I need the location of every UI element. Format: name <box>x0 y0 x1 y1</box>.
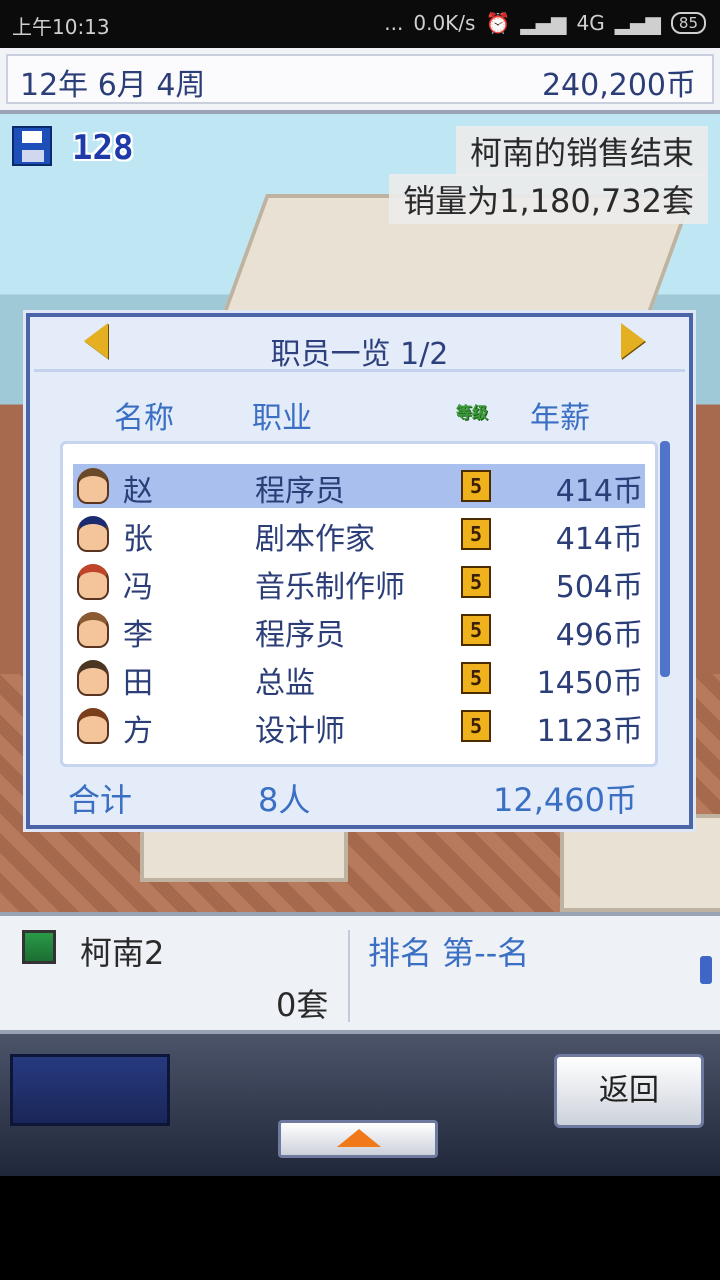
status-dots: ... <box>384 11 404 35</box>
staff-avatar <box>77 612 109 648</box>
total-salary: 12,460币 <box>493 781 637 819</box>
staff-salary: 414币 <box>555 522 643 557</box>
game-title: 柯南2 <box>80 934 165 972</box>
staff-row[interactable]: 冯 音乐制作师 5 504币 <box>73 560 645 605</box>
level-badge-icon: 5 <box>461 470 491 502</box>
level-badge-icon: 5 <box>461 710 491 742</box>
game-rank: 排名 第--名 <box>368 934 530 972</box>
staff-job: 总监 <box>255 666 315 701</box>
status-indicators: ... 0.0K/s ⏰ ▂▄▆ 4G ▂▄▆ 85 <box>384 11 706 35</box>
save-disk-icon[interactable] <box>12 126 52 166</box>
level-badge-icon: 5 <box>461 518 491 550</box>
staff-name: 田 <box>123 666 153 701</box>
research-points: 128 <box>72 128 134 168</box>
staff-row[interactable]: 赵 程序员 5 414币 <box>73 464 645 509</box>
title-divider <box>34 369 685 372</box>
staff-name: 冯 <box>123 570 153 605</box>
header-name: 名称 <box>114 401 174 436</box>
header-job: 职业 <box>252 401 312 436</box>
staff-job: 剧本作家 <box>255 522 375 557</box>
money-display: 240,200币 <box>541 68 696 103</box>
header-level: 等级 <box>456 403 489 422</box>
status-bar: 上午10:13 ... 0.0K/s ⏰ ▂▄▆ 4G ▂▄▆ 85 <box>0 0 720 48</box>
staff-row[interactable]: 方 设计师 5 1123币 <box>73 704 645 749</box>
staff-avatar <box>77 564 109 600</box>
top-bar: 12年 6月 4周 240,200币 <box>0 48 720 114</box>
staff-salary: 496币 <box>555 618 643 653</box>
staff-salary: 1123币 <box>536 714 643 749</box>
staff-name: 张 <box>123 522 153 557</box>
list-scrollbar[interactable] <box>660 441 670 677</box>
staff-avatar <box>77 660 109 696</box>
up-arrow-icon <box>337 1129 381 1147</box>
level-badge-icon: 5 <box>461 662 491 694</box>
back-button[interactable]: 返回 <box>554 1054 704 1128</box>
sales-notice-title: 柯南的销售结束 <box>455 126 708 176</box>
network-type: 4G <box>576 11 605 35</box>
staff-job: 设计师 <box>255 714 345 749</box>
staff-job: 程序员 <box>255 618 345 653</box>
level-badge-icon: 5 <box>461 566 491 598</box>
staff-list-dialog: 职员一览 1/2 名称 职业 等级 年薪 赵 程序员 5 414币 张 剧本作家… <box>26 313 693 829</box>
info-scrollbar[interactable] <box>700 926 712 1024</box>
game-title-icon <box>22 930 56 964</box>
alarm-icon: ⏰ <box>485 11 511 35</box>
game-sales: 0套 <box>276 986 329 1024</box>
net-speed: 0.0K/s <box>413 11 476 35</box>
staff-avatar <box>77 468 109 504</box>
staff-row[interactable]: 李 程序员 5 496币 <box>73 608 645 653</box>
staff-avatar <box>77 516 109 552</box>
sales-notice-detail: 销量为1,180,732套 <box>389 174 708 224</box>
staff-job: 程序员 <box>255 474 345 509</box>
game-info-panel: 柯南2 0套 排名 第--名 <box>0 912 720 1034</box>
staff-avatar <box>77 708 109 744</box>
game-date: 12年 6月 4周 <box>20 68 206 103</box>
staff-row[interactable]: 田 总监 5 1450币 <box>73 656 645 701</box>
staff-job: 音乐制作师 <box>255 570 405 605</box>
expand-button[interactable] <box>278 1120 438 1158</box>
battery-icon: 85 <box>670 12 706 34</box>
staff-name: 李 <box>123 618 153 653</box>
total-staff-count: 8人 <box>258 781 311 819</box>
header-salary: 年薪 <box>530 401 590 436</box>
signal-icon-2: ▂▄▆ <box>614 11 661 35</box>
staff-row[interactable]: 张 剧本作家 5 414币 <box>73 512 645 557</box>
info-scroll-thumb[interactable] <box>700 956 712 984</box>
signal-icon: ▂▄▆ <box>520 11 567 35</box>
status-time: 上午10:13 <box>12 15 110 39</box>
menu-button[interactable] <box>10 1054 170 1126</box>
level-badge-icon: 5 <box>461 614 491 646</box>
staff-list[interactable]: 赵 程序员 5 414币 张 剧本作家 5 414币 冯 音乐制作师 5 504… <box>60 441 658 767</box>
total-label: 合计 <box>68 781 133 819</box>
staff-salary: 1450币 <box>536 666 643 701</box>
staff-name: 赵 <box>123 474 153 509</box>
bottom-controls: 返回 <box>0 1034 720 1176</box>
staff-salary: 414币 <box>555 474 643 509</box>
dialog-title: 职员一览 1/2 <box>270 337 449 372</box>
staff-name: 方 <box>123 714 153 749</box>
next-page-arrow-icon[interactable] <box>621 323 645 359</box>
info-divider <box>348 930 350 1022</box>
staff-salary: 504币 <box>555 570 643 605</box>
